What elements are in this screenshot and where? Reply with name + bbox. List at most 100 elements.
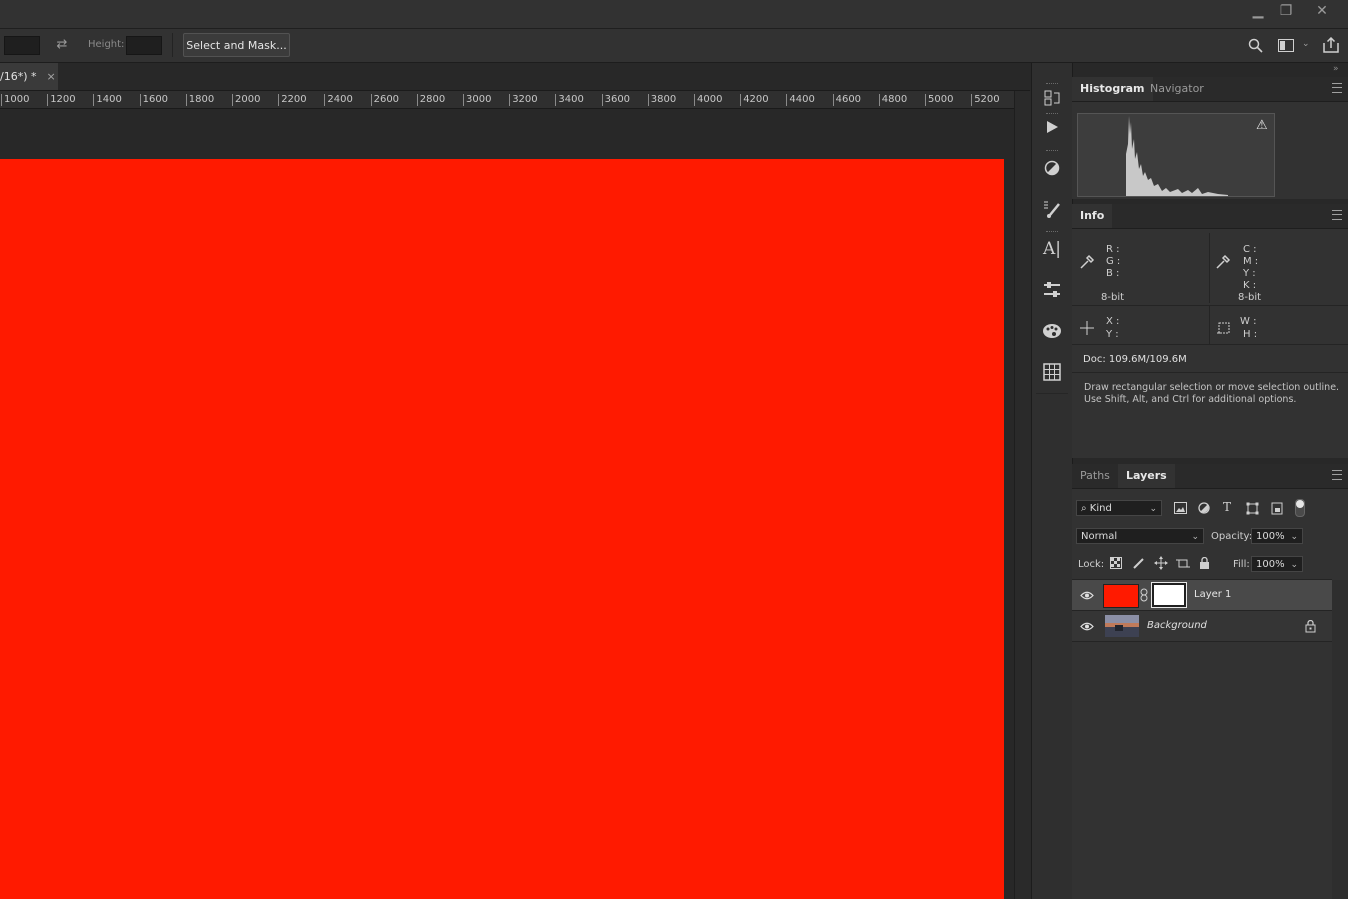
info-panel-header: Info — [1072, 204, 1348, 229]
divider — [1072, 344, 1348, 345]
properties-icon[interactable] — [1041, 279, 1063, 301]
lock-all-icon[interactable] — [1199, 557, 1210, 570]
brush-settings-icon[interactable] — [1041, 198, 1063, 220]
opacity-field[interactable]: 100% ⌄ — [1251, 528, 1303, 544]
fill-field[interactable]: 100% ⌄ — [1251, 556, 1303, 572]
tab-layers[interactable]: Layers — [1118, 464, 1175, 488]
lock-label: Lock: — [1078, 559, 1105, 570]
info-bit-right: 8-bit — [1238, 292, 1262, 303]
tab-info[interactable]: Info — [1072, 204, 1113, 228]
ruler-tick: 2000 — [232, 94, 260, 106]
panel-menu-icon[interactable] — [1332, 210, 1342, 220]
ruler-tick: 2200 — [278, 94, 307, 106]
chevron-down-icon: ⌄ — [1290, 560, 1298, 570]
chevron-down-icon: ⌄ — [1191, 532, 1199, 542]
share-icon[interactable] — [1323, 37, 1339, 53]
close-icon: ✕ — [1316, 3, 1328, 19]
grip-handle[interactable] — [1046, 83, 1058, 86]
panel-menu-icon[interactable] — [1332, 470, 1342, 480]
close-tab-icon[interactable]: × — [47, 70, 56, 83]
filter-shape-icon[interactable] — [1246, 502, 1259, 515]
layer-name[interactable]: Background — [1147, 620, 1207, 631]
close-window-button[interactable]: ✕ — [1306, 0, 1338, 22]
histogram-shape — [1126, 116, 1228, 196]
layer-row-layer1[interactable]: Layer 1 — [1072, 580, 1332, 610]
lock-image-pixels-brush-icon[interactable] — [1132, 557, 1145, 570]
lock-transparent-pixels-icon[interactable] — [1110, 557, 1122, 569]
crosshair-icon — [1080, 321, 1094, 335]
layer-row-background[interactable]: Background — [1072, 611, 1332, 641]
tab-paths[interactable]: Paths — [1072, 464, 1118, 488]
select-and-mask-button[interactable]: Select and Mask... — [183, 33, 290, 57]
character-icon[interactable]: A| — [1041, 238, 1063, 260]
document-tab-title: /16*) * — [0, 70, 37, 83]
background-thumbnail — [1105, 615, 1139, 637]
visibility-eye-icon[interactable] — [1080, 591, 1094, 600]
divider — [1209, 233, 1210, 303]
tool-hint-line1: Draw rectangular selection or move selec… — [1084, 382, 1340, 393]
layer-name[interactable]: Layer 1 — [1194, 589, 1231, 600]
workspace-chevron-icon[interactable]: ⌄ — [1302, 39, 1310, 49]
histogram-graph: ⚠ — [1077, 113, 1275, 197]
filter-pixel-icon[interactable] — [1174, 502, 1187, 514]
restore-icon: ❐ — [1279, 3, 1293, 19]
layer-mask-thumbnail[interactable] — [1151, 582, 1187, 608]
layer-filter-kind-dropdown[interactable]: ⌕ Kind ⌄ — [1076, 500, 1162, 516]
swap-icon[interactable]: ⇄ — [54, 37, 70, 53]
ruler-tick: 4200 — [740, 94, 769, 106]
restore-button[interactable]: ❐ — [1270, 0, 1302, 22]
collapse-right-icon[interactable]: » — [1333, 64, 1339, 74]
panel-menu-icon[interactable] — [1332, 83, 1342, 93]
document-tab[interactable]: /16*) * × — [0, 63, 58, 90]
ruler-tick: 1600 — [139, 94, 168, 106]
search-icon[interactable] — [1248, 38, 1263, 53]
eyedropper-icon[interactable] — [1079, 254, 1095, 270]
visibility-eye-icon[interactable] — [1080, 622, 1094, 631]
ruler-tick: 2400 — [324, 94, 353, 106]
info-k: K : — [1243, 280, 1257, 291]
ruler-tick: 3400 — [555, 94, 584, 106]
info-w: W : — [1240, 316, 1257, 327]
grip-handle[interactable] — [1046, 231, 1058, 234]
selection-size-icon — [1217, 322, 1230, 334]
tool-hint-line2: Use Shift, Alt, and Ctrl for additional … — [1084, 394, 1297, 405]
ruler-tick: 1000 — [1, 94, 29, 106]
tab-navigator[interactable]: Navigator — [1142, 77, 1212, 101]
width-field[interactable] — [4, 36, 40, 55]
divider — [1072, 305, 1348, 306]
adjustments-icon[interactable] — [1041, 157, 1063, 179]
chain-link-icon[interactable] — [1140, 588, 1148, 602]
divider — [1036, 393, 1068, 394]
workspace-icon[interactable] — [1278, 39, 1294, 52]
vertical-scrollbar[interactable] — [1014, 91, 1031, 899]
tab-histogram[interactable]: Histogram — [1072, 77, 1153, 101]
blend-mode-dropdown[interactable]: Normal ⌄ — [1076, 528, 1204, 544]
ruler-tick: 4000 — [694, 94, 722, 106]
filter-toggle[interactable] — [1295, 499, 1305, 517]
ruler-tick: 1400 — [93, 94, 122, 106]
ruler-tick: 5000 — [925, 94, 953, 106]
height-field[interactable] — [126, 36, 162, 55]
opacity-value: 100% — [1256, 531, 1285, 542]
warning-icon[interactable]: ⚠ — [1256, 118, 1268, 133]
fill-label: Fill: — [1233, 559, 1250, 570]
grid-table-icon[interactable] — [1041, 361, 1063, 383]
ruler-tick: 3600 — [601, 94, 630, 106]
eyedropper-icon[interactable] — [1215, 254, 1231, 270]
history-icon[interactable] — [1041, 87, 1063, 109]
layer-lock-icon[interactable] — [1305, 620, 1316, 633]
ruler-tick: 2800 — [416, 94, 445, 106]
document-canvas[interactable] — [0, 159, 1004, 899]
filter-smart-object-icon[interactable] — [1271, 502, 1283, 515]
filter-type-icon[interactable]: T — [1223, 500, 1231, 514]
ruler-tick: 1200 — [47, 94, 76, 106]
lock-artboard-icon[interactable] — [1176, 557, 1190, 570]
actions-play-icon[interactable] — [1041, 116, 1063, 138]
swatches-palette-icon[interactable] — [1041, 320, 1063, 342]
filter-adjustment-icon[interactable] — [1198, 502, 1210, 514]
layers-scrollbar[interactable] — [1332, 580, 1348, 899]
lock-position-move-icon[interactable] — [1154, 556, 1168, 570]
blend-mode-value: Normal — [1081, 531, 1118, 542]
grip-handle[interactable] — [1046, 150, 1058, 153]
divider — [1209, 306, 1210, 344]
